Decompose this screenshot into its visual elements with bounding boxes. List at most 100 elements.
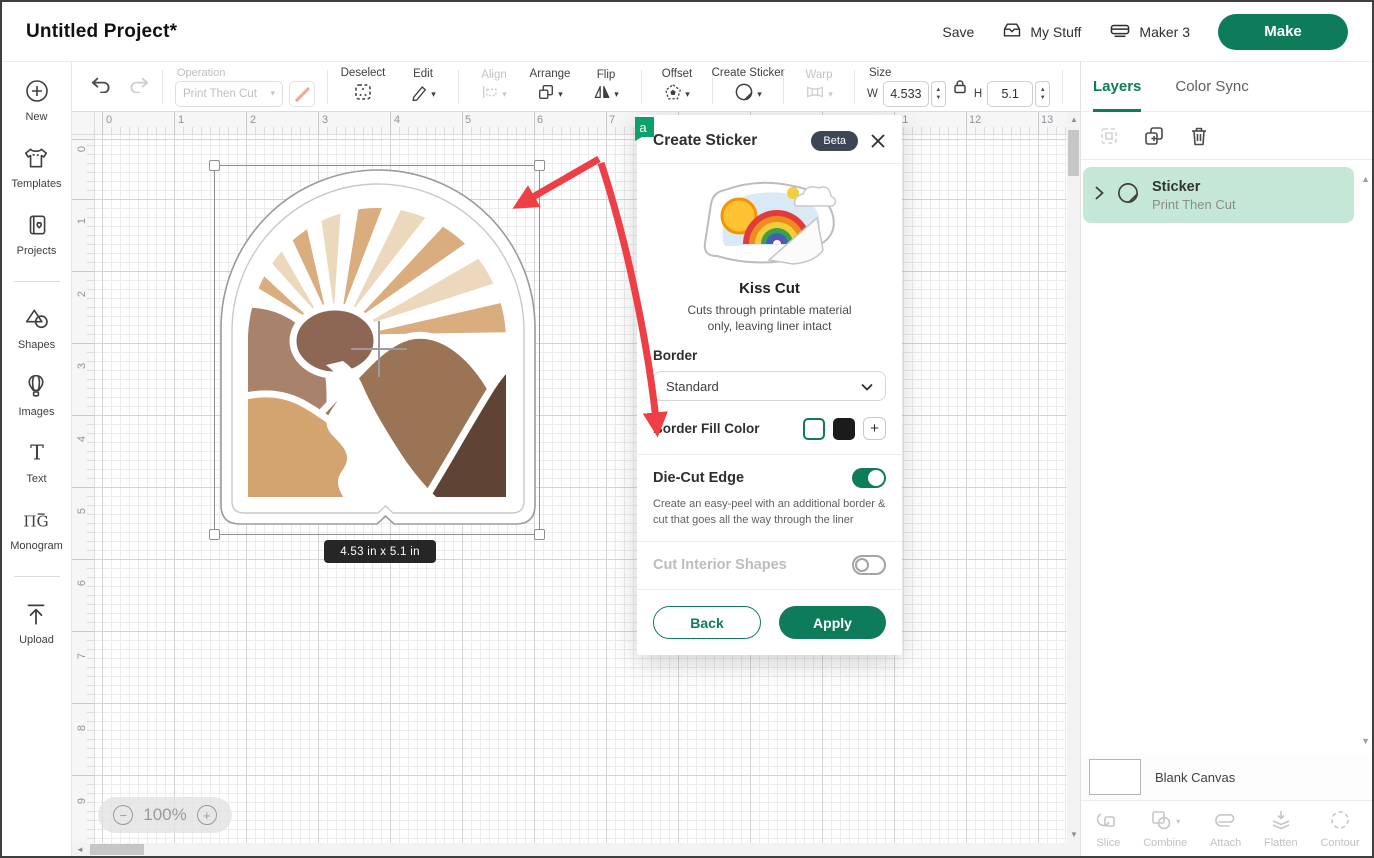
cut-type-title: Kiss Cut bbox=[637, 280, 902, 297]
offset-button[interactable]: Offset ▾ bbox=[654, 68, 700, 106]
border-style-select[interactable]: Standard bbox=[653, 371, 886, 401]
back-button[interactable]: Back bbox=[653, 606, 761, 639]
tab-color-sync[interactable]: Color Sync bbox=[1175, 62, 1248, 112]
operation-color-swatch[interactable] bbox=[289, 81, 315, 107]
arrange-button[interactable]: Arrange ▾ bbox=[527, 68, 573, 106]
vertical-scroll-thumb[interactable] bbox=[1068, 130, 1079, 176]
chevron-down-icon: ▾ bbox=[614, 90, 619, 99]
close-icon[interactable] bbox=[870, 133, 886, 149]
operation-label: Operation bbox=[175, 67, 315, 79]
save-button[interactable]: Save bbox=[942, 24, 974, 40]
width-label: W bbox=[867, 88, 878, 100]
operation-select[interactable]: Print Then Cut▾ bbox=[175, 81, 283, 107]
plus-circle-icon bbox=[24, 78, 50, 107]
width-spin-buttons[interactable]: ▲▼ bbox=[931, 81, 946, 107]
aspect-lock[interactable] bbox=[953, 79, 967, 94]
horizontal-scroll-thumb[interactable] bbox=[90, 844, 144, 855]
paperclip-icon bbox=[1213, 809, 1239, 834]
selection-handle-top-left[interactable] bbox=[209, 160, 220, 171]
border-fill-swatch-white[interactable] bbox=[803, 418, 825, 440]
layers-scroll-up-arrow[interactable]: ▲ bbox=[1361, 174, 1370, 184]
deselect-button[interactable]: Deselect bbox=[340, 67, 386, 107]
scroll-left-arrow[interactable]: ◄ bbox=[76, 846, 84, 854]
sidebar-item-new[interactable]: New bbox=[24, 78, 50, 123]
toolbar-divider bbox=[1062, 70, 1063, 104]
contour-icon bbox=[1328, 809, 1352, 834]
contour-button[interactable]: Contour bbox=[1320, 809, 1359, 849]
layers-panel: Layers Color Sync Sticker Print Then Cut… bbox=[1080, 62, 1374, 856]
machine-selector[interactable]: Maker 3 bbox=[1109, 21, 1190, 42]
scroll-down-arrow[interactable]: ▼ bbox=[1070, 831, 1078, 839]
size-group: Size W 4.533 ▲▼ H 5.1 ▲▼ bbox=[867, 66, 1050, 107]
height-label: H bbox=[974, 88, 982, 100]
border-fill-swatch-black[interactable] bbox=[833, 418, 855, 440]
ruler-corner bbox=[72, 112, 95, 135]
design-canvas[interactable]: 0 1 2 3 4 5 6 7 8 9 10 11 12 13 0 bbox=[72, 112, 1080, 856]
sidebar-item-text[interactable]: T Text bbox=[24, 440, 50, 485]
align-button[interactable]: Align ▾ bbox=[471, 69, 517, 105]
horizontal-ruler: 0 1 2 3 4 5 6 7 8 9 10 11 12 13 bbox=[95, 112, 1067, 135]
selection-handle-bottom-left[interactable] bbox=[209, 529, 220, 540]
duplicate-icon[interactable] bbox=[1143, 125, 1165, 147]
cut-interior-label: Cut Interior Shapes bbox=[653, 557, 852, 573]
undo-button[interactable] bbox=[90, 75, 112, 98]
scroll-up-arrow[interactable]: ▲ bbox=[1070, 116, 1078, 124]
my-stuff-button[interactable]: My Stuff bbox=[1002, 21, 1081, 42]
sidebar-item-templates[interactable]: Templates bbox=[11, 145, 61, 190]
toolbar-divider bbox=[458, 70, 459, 104]
create-sticker-panel: Create Sticker Beta bbox=[637, 115, 902, 655]
add-color-button[interactable]: + bbox=[863, 417, 886, 440]
layers-scroll-down-arrow[interactable]: ▼ bbox=[1361, 736, 1370, 746]
zoom-out-button[interactable]: − bbox=[113, 805, 133, 825]
toolbar-divider bbox=[854, 70, 855, 104]
vertical-scrollbar[interactable]: ▲ ▼ bbox=[1067, 112, 1080, 843]
align-icon bbox=[481, 84, 499, 105]
canvas-background-row[interactable]: Blank Canvas bbox=[1081, 754, 1374, 800]
layer-expand-chevron[interactable] bbox=[1095, 186, 1104, 205]
height-input[interactable]: 5.1 bbox=[987, 81, 1033, 107]
horizontal-scrollbar[interactable]: ◄ bbox=[72, 843, 1067, 856]
combine-button[interactable]: ▾ Combine bbox=[1143, 809, 1187, 849]
canvas-thumbnail[interactable] bbox=[1089, 759, 1141, 795]
height-spin-buttons[interactable]: ▲▼ bbox=[1035, 81, 1050, 107]
redo-button[interactable] bbox=[128, 75, 150, 98]
selection-size-tooltip: 4.53 in x 5.1 in bbox=[324, 540, 436, 563]
make-button[interactable]: Make bbox=[1218, 14, 1348, 50]
edit-button[interactable]: Edit ▾ bbox=[400, 68, 446, 106]
chevron-down-icon: ▾ bbox=[757, 90, 762, 99]
create-sticker-button[interactable]: Create Sticker ▾ bbox=[725, 67, 771, 107]
scrollbar-corner bbox=[1067, 843, 1080, 856]
selection-handle-bottom-right[interactable] bbox=[534, 529, 545, 540]
toolbar-divider bbox=[641, 70, 642, 104]
selection-handle-top-right[interactable] bbox=[534, 160, 545, 171]
sidebar-item-shapes[interactable]: Shapes bbox=[18, 306, 55, 351]
combine-icon bbox=[1150, 809, 1174, 834]
zoom-in-button[interactable]: + bbox=[197, 805, 217, 825]
trash-icon[interactable] bbox=[1189, 125, 1209, 147]
chevron-down-icon: ▾ bbox=[431, 90, 436, 99]
canvas-background-label: Blank Canvas bbox=[1155, 770, 1235, 785]
border-fill-label: Border Fill Color bbox=[653, 421, 803, 436]
tab-layers[interactable]: Layers bbox=[1093, 62, 1141, 112]
layer-item-sticker[interactable]: Sticker Print Then Cut bbox=[1083, 167, 1354, 223]
flatten-button[interactable]: Flatten bbox=[1264, 809, 1298, 849]
die-cut-edge-toggle[interactable] bbox=[852, 468, 886, 488]
sidebar-item-projects[interactable]: Projects bbox=[17, 212, 57, 257]
sticker-artwork[interactable] bbox=[214, 165, 540, 535]
cut-interior-toggle[interactable] bbox=[852, 555, 886, 575]
width-input[interactable]: 4.533 bbox=[883, 81, 929, 107]
warp-button[interactable]: Warp ▾ bbox=[796, 69, 842, 105]
flip-icon bbox=[593, 84, 611, 105]
flip-button[interactable]: Flip ▾ bbox=[583, 69, 629, 105]
slice-button[interactable]: Slice bbox=[1096, 809, 1120, 849]
chevron-down-icon: ▾ bbox=[502, 90, 507, 99]
warp-icon bbox=[805, 84, 825, 105]
attach-button[interactable]: Attach bbox=[1210, 809, 1241, 849]
apply-button[interactable]: Apply bbox=[779, 606, 886, 639]
sidebar-item-upload[interactable]: Upload bbox=[19, 601, 54, 646]
select-all-icon[interactable] bbox=[1099, 126, 1119, 146]
sidebar-item-images[interactable]: Images bbox=[18, 373, 54, 418]
toolbar-divider bbox=[327, 70, 328, 104]
zoom-level: 100% bbox=[143, 805, 186, 825]
sidebar-item-monogram[interactable]: ΠG Monogram bbox=[10, 507, 63, 552]
